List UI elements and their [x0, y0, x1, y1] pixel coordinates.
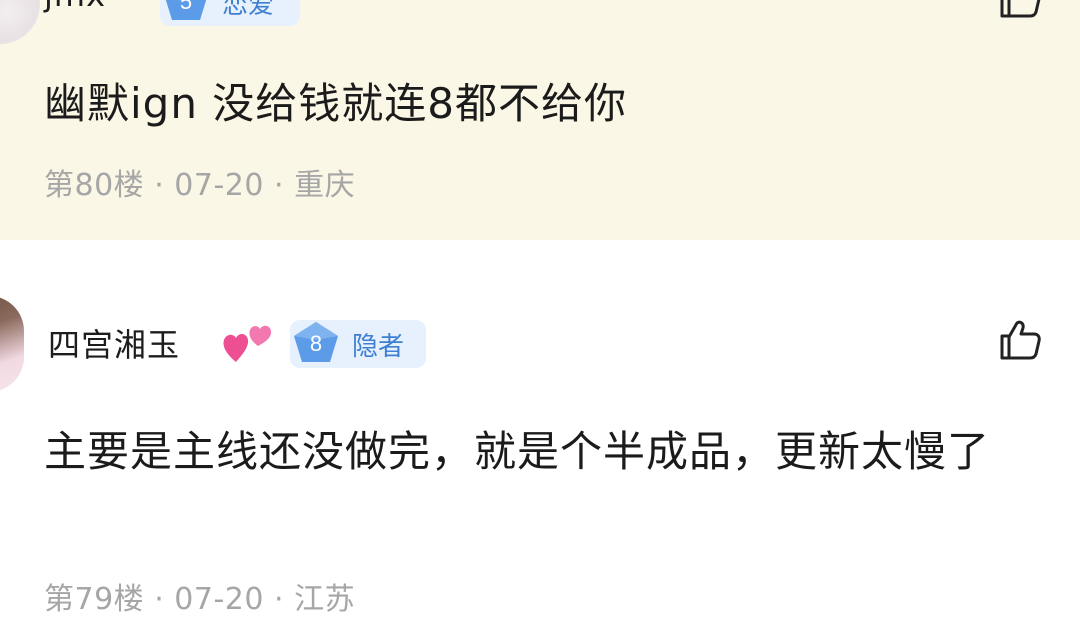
level-number: 5 [179, 0, 193, 14]
diamond-gem-icon: 5 [160, 0, 212, 26]
diamond-gem-icon: 8 [290, 320, 342, 368]
level-badge: 8 隐者 [290, 320, 426, 368]
comment-date: 07-20 [174, 168, 264, 203]
level-badge: 5 恋爱 [160, 0, 300, 26]
floor-number: 第79楼 [44, 582, 145, 617]
floor-number: 第80楼 [44, 168, 145, 203]
comment-location: 江苏 [294, 582, 356, 617]
meta-separator: · [263, 582, 295, 617]
avatar[interactable] [0, 296, 24, 392]
thumbs-up-icon[interactable] [998, 318, 1042, 362]
comment-location: 重庆 [294, 168, 356, 203]
comment-item[interactable]: 四宫湘玉 8 隐者 主要是主线还没做完，就是个半成品，更新太慢了 第79楼 · … [0, 240, 1080, 617]
comment-item[interactable]: jmx 5 恋爱 幽默ign 没给钱就连8都不给你 第80楼 · 07-20 ·… [0, 0, 1080, 240]
comment-text: 主要是主线还没做完，就是个半成品，更新太慢了 [44, 427, 991, 476]
meta-separator: · [263, 168, 295, 203]
comment-meta: 第80楼 · 07-20 · 重庆 [44, 160, 355, 204]
level-title: 恋爱 [222, 0, 275, 20]
level-title: 隐者 [352, 331, 405, 362]
username[interactable]: 四宫湘玉 [48, 320, 180, 366]
avatar[interactable] [0, 0, 40, 44]
comment-text: 幽默ign 没给钱就连8都不给你 [44, 79, 628, 128]
username[interactable]: jmx [44, 0, 106, 14]
thumbs-up-icon[interactable] [998, 0, 1042, 20]
comment-meta: 第79楼 · 07-20 · 江苏 [44, 574, 355, 618]
meta-separator: · [144, 168, 175, 203]
two-hearts-emoji-icon [223, 325, 272, 362]
comment-date: 07-20 [174, 582, 264, 617]
meta-separator: · [144, 582, 175, 617]
level-number: 8 [309, 331, 323, 356]
